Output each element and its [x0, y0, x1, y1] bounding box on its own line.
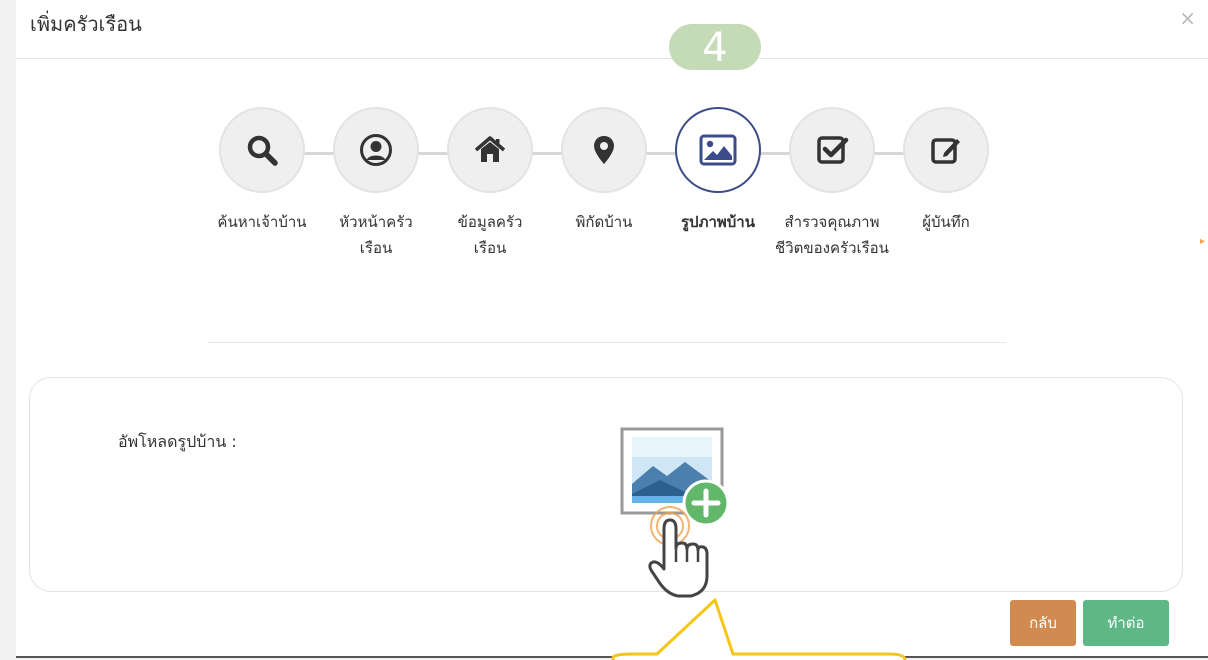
- close-icon[interactable]: ×: [1179, 6, 1196, 30]
- step-number-badge: 4: [669, 24, 761, 71]
- step-label: สำรวจคุณภาพชีวิตของครัวเรือน: [775, 213, 889, 257]
- step-label: หัวหน้าครัวเรือน: [339, 213, 413, 257]
- home-icon: [474, 136, 506, 162]
- step-label: พิกัดบ้าน: [575, 213, 633, 231]
- check-square-icon: [817, 136, 849, 164]
- step-circle-active: [675, 107, 761, 193]
- edit-icon: [931, 138, 960, 164]
- step-label: ข้อมูลครัวเรือน: [457, 213, 523, 257]
- image-icon: [699, 134, 737, 166]
- step-house-photo[interactable]: รูปภาพบ้าน: [663, 107, 773, 235]
- step-circle: [789, 107, 875, 193]
- user-circle-icon: [360, 134, 392, 166]
- section-divider: [208, 342, 1006, 343]
- modal-title: เพิ่มครัวเรือน: [30, 12, 142, 36]
- upload-house-photo-label: อัพโหลดรูปบ้าน :: [118, 432, 237, 451]
- upload-image-button[interactable]: [605, 424, 730, 598]
- add-household-modal: เพิ่มครัวเรือน × 4 ค้นหาเจ้าบ้าน หัวหน้า…: [16, 0, 1208, 660]
- step-label: ผู้บันทึก: [922, 213, 970, 231]
- modal-header: เพิ่มครัวเรือน ×: [16, 0, 1208, 59]
- map-pin-icon: [594, 136, 614, 164]
- edge-marker: ▸: [1200, 236, 1206, 247]
- step-quality-survey[interactable]: สำรวจคุณภาพชีวิตของครัวเรือน: [775, 107, 889, 261]
- step-household-info[interactable]: ข้อมูลครัวเรือน: [435, 107, 545, 261]
- step-circle: [447, 107, 533, 193]
- step-circle: [333, 107, 419, 193]
- back-button[interactable]: กลับ: [1010, 600, 1076, 646]
- hand-pointer-icon: [648, 506, 709, 598]
- upload-panel: อัพโหลดรูปบ้าน :: [29, 377, 1183, 598]
- step-search-owner[interactable]: ค้นหาเจ้าบ้าน: [207, 107, 317, 235]
- step-circle: [561, 107, 647, 193]
- step-label: รูปภาพบ้าน: [681, 213, 755, 231]
- step-label: ค้นหาเจ้าบ้าน: [217, 213, 307, 231]
- tooltip-callout: [611, 598, 907, 660]
- step-recorder[interactable]: ผู้บันทึก: [891, 107, 1001, 235]
- next-button[interactable]: ทำต่อ: [1083, 600, 1169, 646]
- search-icon: [247, 135, 278, 166]
- step-circle: [903, 107, 989, 193]
- step-circle: [219, 107, 305, 193]
- step-house-location[interactable]: พิกัดบ้าน: [549, 107, 659, 235]
- step-household-head[interactable]: หัวหน้าครัวเรือน: [321, 107, 431, 261]
